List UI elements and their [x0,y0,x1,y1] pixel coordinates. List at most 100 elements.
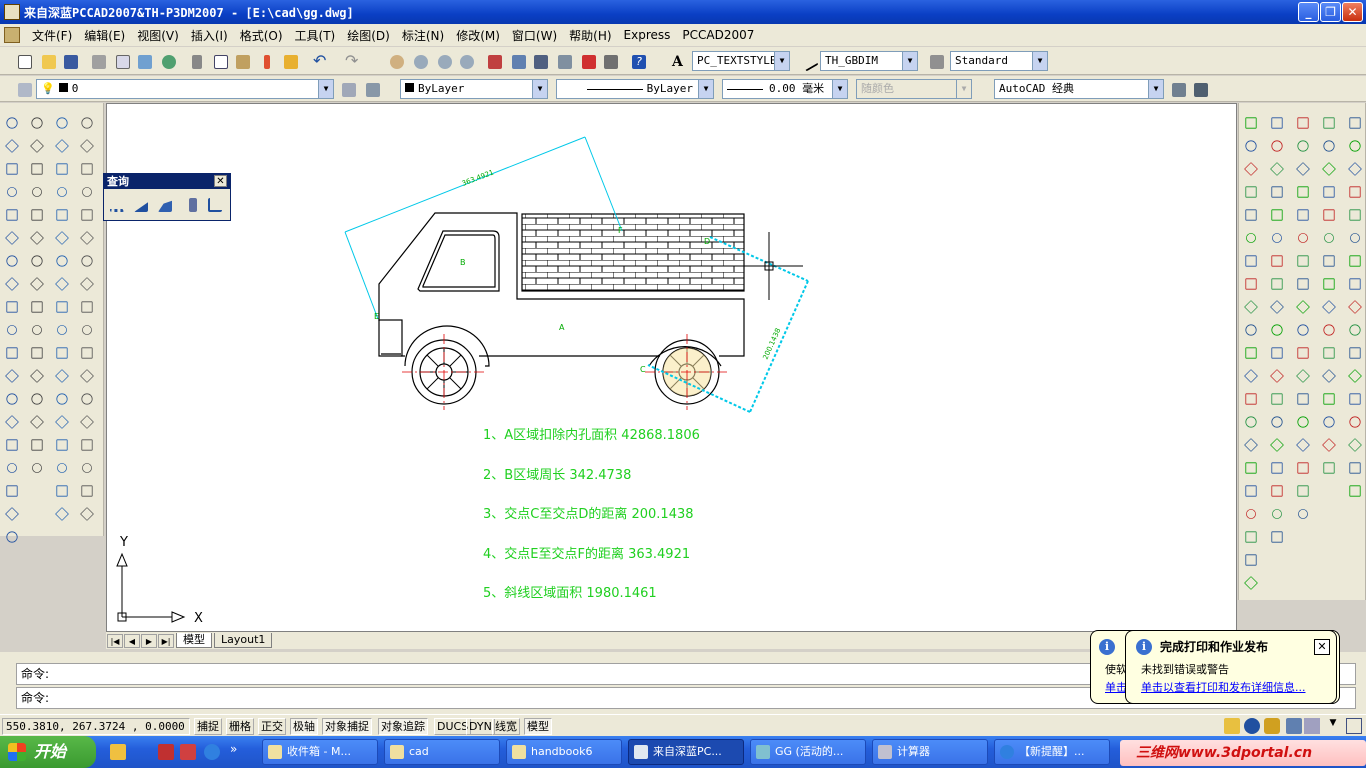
erase-icon[interactable] [27,113,47,133]
pccad-tool-1-15-icon[interactable] [1241,435,1261,455]
polyline-icon[interactable] [2,159,22,179]
pccad-tool-3-2-icon[interactable] [1293,136,1313,156]
copy-object-icon[interactable] [27,136,47,156]
pccad-tool-2-12-icon[interactable] [1267,366,1287,386]
join-icon[interactable] [27,389,47,409]
tray-plot-icon[interactable] [1286,718,1302,734]
pccad-tool-2-9-icon[interactable] [1267,297,1287,317]
paste-icon[interactable] [232,51,252,71]
pccad-tool-3-14-icon[interactable] [1293,412,1313,432]
pccad-tool-4-14-icon[interactable] [1319,412,1339,432]
color-select[interactable]: ByLayer ▼ [400,79,548,99]
undo-icon[interactable]: ↶ [310,51,330,71]
gradient-icon[interactable] [2,458,22,478]
grid-toggle[interactable]: 栅格 [226,718,254,735]
task-calculator[interactable]: 计算器 [872,739,988,765]
offset-icon[interactable] [27,182,47,202]
snap-nearest-icon[interactable] [77,389,97,409]
polar-toggle[interactable]: 极轴 [290,718,318,735]
pccad-tool-1-17-icon[interactable] [1241,481,1261,501]
menu-modify[interactable]: 修改(M) [450,27,506,44]
zoom-window-icon[interactable] [434,51,454,71]
dim-linear-icon[interactable] [52,113,72,133]
point-icon[interactable] [2,412,22,432]
minimize-button[interactable]: _ [1298,2,1319,22]
revcloud-icon[interactable] [2,274,22,294]
dim-aligned-icon[interactable] [52,136,72,156]
menu-view[interactable]: 视图(V) [131,27,185,44]
pccad-tool-3-7-icon[interactable] [1293,251,1313,271]
rectangle-icon[interactable] [2,205,22,225]
pccad-tool-4-10-icon[interactable] [1319,320,1339,340]
document-icon[interactable] [4,27,20,43]
list-icon[interactable] [182,194,202,214]
break-icon[interactable] [27,366,47,386]
pccad-tool-2-10-icon[interactable] [1267,320,1287,340]
locate-point-icon[interactable] [204,194,224,214]
workspace-select[interactable]: AutoCAD 经典 ▼ [994,79,1164,99]
pccad-tool-4-1-icon[interactable] [1319,113,1339,133]
make-current-layer-icon[interactable] [338,79,358,99]
block-editor-icon[interactable] [280,51,300,71]
dim-update-icon[interactable] [52,481,72,501]
menu-edit[interactable]: 编辑(E) [78,27,131,44]
tool-palettes-icon[interactable] [530,51,550,71]
rotate-icon[interactable] [27,251,47,271]
quicklaunch-acrobat-icon[interactable] [158,744,174,760]
pccad-tool-2-11-icon[interactable] [1267,343,1287,363]
tab-prev-button[interactable]: ◀ [124,633,140,648]
maximize-button[interactable]: ❐ [1320,2,1341,22]
pccad-tool-2-4-icon[interactable] [1267,182,1287,202]
construction-line-icon[interactable] [2,136,22,156]
pccad-tool-3-15-icon[interactable] [1293,435,1313,455]
redo-icon[interactable]: ↷ [342,51,362,71]
pccad-tool-3-10-icon[interactable] [1293,320,1313,340]
workspace-save-icon[interactable] [1190,79,1210,99]
cut-icon[interactable] [186,51,206,71]
table-icon[interactable] [2,504,22,524]
pccad-tool-1-8-icon[interactable] [1241,274,1261,294]
dim-ordinate-icon[interactable] [52,182,72,202]
markup-icon[interactable] [578,51,598,71]
fillet-icon[interactable] [27,435,47,455]
close-button[interactable]: ✕ [1342,2,1363,22]
pccad-tool-5-4-icon[interactable] [1345,182,1365,202]
dim-diameter-icon[interactable] [52,251,72,271]
tray-lock-icon[interactable] [1264,718,1280,734]
distance-icon[interactable] [106,194,126,214]
table-style-icon[interactable] [926,51,946,71]
pccad-tool-2-16-icon[interactable] [1267,458,1287,478]
snap-settings-icon[interactable] [77,435,97,455]
pccad-tool-4-13-icon[interactable] [1319,389,1339,409]
osnap-toggle[interactable]: 对象捕捉 [322,718,372,735]
dim-continue-icon[interactable] [52,343,72,363]
pccad-tool-2-3-icon[interactable] [1267,159,1287,179]
pccad-tool-3-5-icon[interactable] [1293,205,1313,225]
3d-publish-icon[interactable] [158,51,178,71]
quicklaunch-cad-icon[interactable] [180,744,196,760]
quick-leader-icon[interactable] [52,366,72,386]
pccad-tool-4-8-icon[interactable] [1319,274,1339,294]
spline-icon[interactable] [2,297,22,317]
properties-icon[interactable] [484,51,504,71]
line-icon[interactable] [2,113,22,133]
dim-style-select[interactable]: TH_GBDIM ▼ [820,51,918,71]
pccad-tool-1-12-icon[interactable] [1241,366,1261,386]
pccad-tool-1-7-icon[interactable] [1241,251,1261,271]
pccad-tool-4-4-icon[interactable] [1319,182,1339,202]
ellipse-icon[interactable] [2,320,22,340]
mirror-icon[interactable] [27,159,47,179]
pccad-tool-5-2-icon[interactable] [1345,136,1365,156]
print-icon[interactable] [88,51,108,71]
menu-file[interactable]: 文件(F) [26,27,78,44]
ellipse-arc-icon[interactable] [2,343,22,363]
pccad-tool-2-18-icon[interactable] [1267,504,1287,524]
pccad-tool-5-10-icon[interactable] [1345,320,1365,340]
dim-edit-icon[interactable] [52,435,72,455]
pccad-tool-5-5-icon[interactable] [1345,205,1365,225]
tray-menu-icon[interactable]: ▼ [1326,718,1340,734]
preview-icon[interactable] [112,51,132,71]
task-browser[interactable]: 【新提醒】... [994,739,1110,765]
pccad-tool-1-21-icon[interactable] [1241,573,1261,593]
explode-icon[interactable] [27,458,47,478]
